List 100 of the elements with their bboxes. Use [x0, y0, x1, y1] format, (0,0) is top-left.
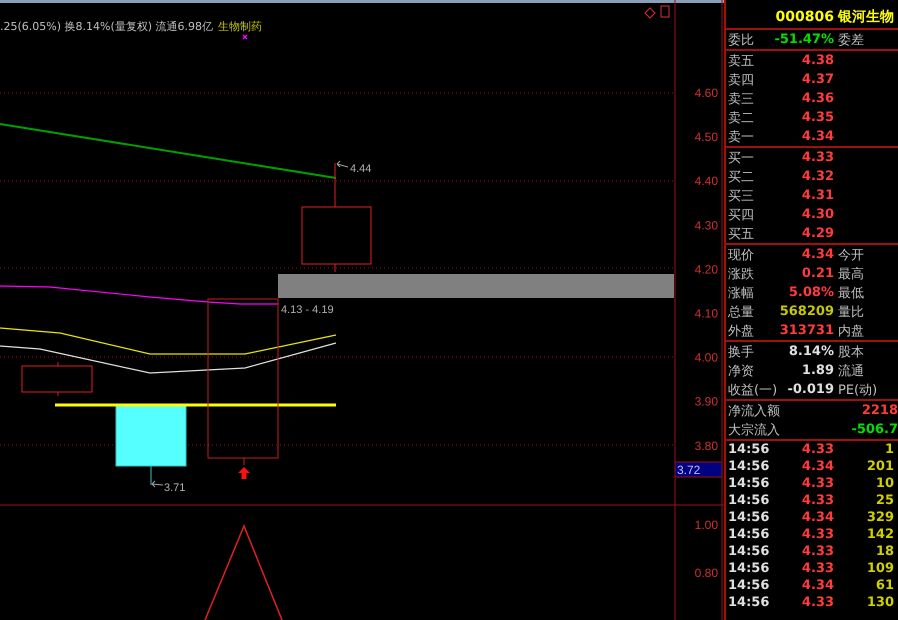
stock-code: 000806	[776, 9, 834, 25]
quote-value: 313731	[778, 323, 834, 338]
bid-price: 4.30	[800, 207, 834, 222]
quote-value: 5.08%	[788, 285, 834, 300]
price-axis-label: 4.40	[694, 174, 718, 188]
price-tag-text: 3.72	[677, 463, 700, 477]
quote-value: 568209	[778, 304, 834, 319]
field-label: 委比	[727, 32, 755, 48]
price-axis-label: 4.20	[694, 262, 718, 276]
tick-time: 14:56	[727, 493, 770, 508]
candlestick	[22, 362, 92, 396]
price-axis-label: 4.00	[694, 350, 718, 365]
ask-level-label: 卖三	[727, 90, 755, 108]
bid-level-label: 买二	[727, 168, 755, 186]
tick-time: 14:56	[727, 527, 770, 542]
price-axis-label: 4.50	[694, 130, 718, 144]
field-label: PE(动)	[837, 382, 878, 398]
field-label: 委差	[837, 32, 865, 48]
stat-value: 1.89	[800, 363, 834, 378]
tick-volume: 130	[866, 595, 895, 610]
field-label: 涨跌	[727, 266, 755, 282]
field-label: 外盘	[727, 322, 755, 340]
tick-time: 14:56	[727, 476, 770, 491]
bid-level-label: 买一	[727, 150, 755, 166]
field-label: 大宗流入	[727, 422, 780, 438]
price-axis-label: 3.90	[694, 394, 718, 409]
quote-value: 4.34	[800, 247, 834, 262]
tick-price: 4.34	[800, 459, 834, 474]
tick-volume: 18	[874, 544, 895, 559]
price-axis-label: 4.10	[694, 306, 718, 320]
field-label: 今开	[837, 246, 865, 264]
flow-value: -506.7	[850, 422, 898, 437]
tick-price: 4.33	[800, 442, 834, 457]
low-price-label: 3.71	[164, 482, 186, 494]
field-label: 总量	[727, 304, 755, 320]
tick-time: 14:56	[727, 578, 770, 593]
indicator-axis-label: 0.80	[694, 566, 718, 580]
tick-price: 4.33	[800, 561, 834, 576]
price-axis-label: 4.30	[694, 218, 718, 232]
price-axis-label: 4.60	[694, 86, 718, 100]
tick-volume: 109	[866, 561, 895, 576]
zone-range-label: 4.13 - 4.19	[281, 304, 334, 316]
bid-level-label: 买四	[727, 206, 755, 224]
tick-volume: 329	[866, 510, 895, 525]
diamond-icon[interactable]	[644, 7, 656, 19]
tick-time: 14:56	[727, 442, 770, 457]
bid-price: 4.31	[800, 188, 834, 203]
ask-price: 4.35	[800, 110, 834, 125]
ask-level-label: 卖一	[727, 128, 755, 146]
ask-price: 4.34	[800, 129, 834, 144]
field-label: 现价	[727, 246, 755, 264]
field-label: 净资	[727, 362, 755, 380]
field-label: 换手	[727, 344, 755, 360]
bid-level-label: 买三	[727, 188, 755, 204]
stock-name: 银河生物	[838, 8, 894, 26]
tick-time: 14:56	[727, 595, 770, 610]
high-price-label: 4.44	[350, 163, 372, 175]
bid-price: 4.32	[800, 169, 834, 184]
cross-marker-icon	[242, 34, 248, 40]
field-label: 量比	[837, 304, 865, 320]
field-label: 涨幅	[727, 284, 755, 302]
tick-price: 4.34	[800, 510, 834, 525]
sector-label: 生物制药	[218, 20, 262, 33]
tick-price: 4.33	[800, 595, 834, 610]
price-axis-label: 3.80	[694, 438, 718, 453]
tick-price: 4.33	[800, 493, 834, 508]
stock-info-text: .25(6.05%) 换8.14%(量复权) 流通6.98亿	[0, 20, 214, 33]
field-label: 内盘	[837, 322, 865, 340]
tick-price: 4.33	[800, 527, 834, 542]
quote-value: 0.21	[800, 266, 834, 281]
field-label: 净流入额	[727, 402, 780, 420]
ask-price: 4.37	[800, 72, 834, 87]
tick-time: 14:56	[727, 561, 770, 576]
stat-value: 8.14%	[788, 344, 834, 359]
tick-volume: 10	[874, 476, 895, 491]
ask-level-label: 卖四	[727, 72, 755, 88]
ask-price: 4.38	[800, 53, 834, 68]
pointer-arrow-icon	[152, 480, 164, 488]
ask-price: 4.36	[800, 91, 834, 106]
tick-volume: 25	[874, 493, 895, 508]
window-icon[interactable]	[660, 6, 670, 18]
field-label: 收益(一)	[727, 382, 778, 398]
field-label: 股本	[837, 344, 865, 360]
tick-price: 4.33	[800, 476, 834, 491]
field-label: 最高	[837, 266, 865, 282]
ask-level-label: 卖五	[727, 52, 755, 70]
bid-level-label: 买五	[727, 226, 755, 242]
tick-time: 14:56	[727, 510, 770, 525]
field-label: 最低	[837, 284, 865, 302]
tick-time: 14:56	[727, 544, 770, 559]
tick-volume: 1	[884, 442, 895, 457]
pointer-arrow-icon	[336, 160, 348, 168]
bid-price: 4.29	[800, 226, 834, 241]
tick-price: 4.33	[800, 544, 834, 559]
field-label: 流通	[837, 362, 865, 380]
tick-volume: 201	[866, 459, 895, 474]
bid-price: 4.33	[800, 150, 834, 165]
stat-value: -0.019	[786, 382, 834, 397]
flow-value: 2218	[860, 403, 898, 418]
up-arrow-icon	[238, 467, 250, 479]
